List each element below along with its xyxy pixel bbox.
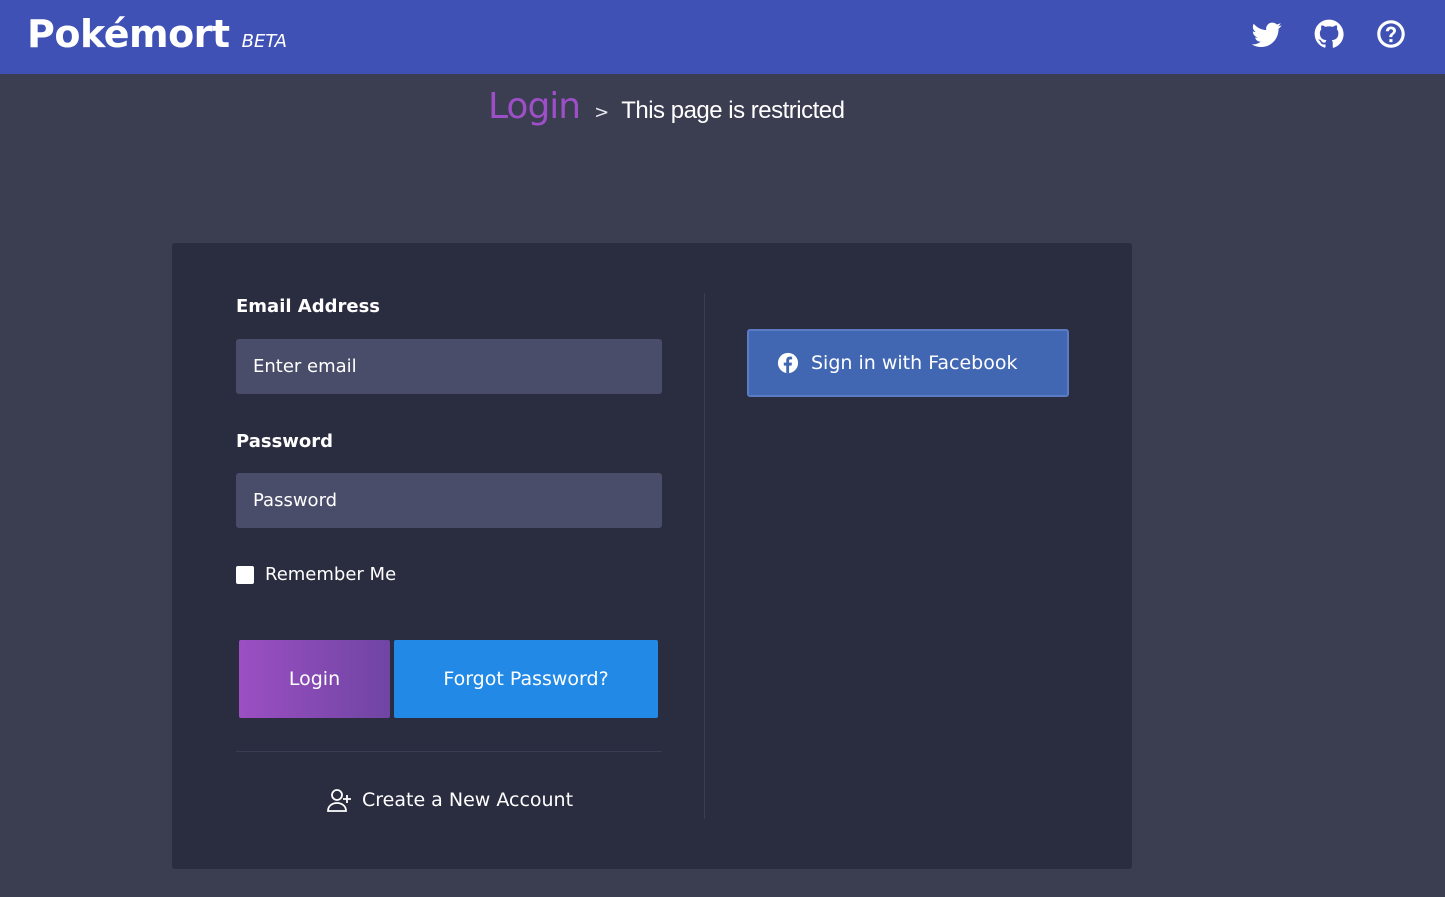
create-account-link[interactable]: Create a New Account xyxy=(326,787,573,813)
github-icon[interactable] xyxy=(1313,17,1345,51)
beta-badge: BETA xyxy=(241,31,287,52)
brand-logo-text: Pokémort xyxy=(27,12,230,56)
facebook-signin-label: Sign in with Facebook xyxy=(811,352,1018,374)
column-divider xyxy=(704,293,705,819)
password-label: Password xyxy=(236,431,334,452)
email-label: Email Address xyxy=(236,296,381,317)
remember-me-label: Remember Me xyxy=(265,564,397,585)
email-field[interactable] xyxy=(236,339,662,394)
forgot-password-button[interactable]: Forgot Password? xyxy=(394,640,658,718)
page-title: Login xyxy=(488,86,581,127)
twitter-icon[interactable] xyxy=(1251,17,1283,51)
remember-me[interactable]: Remember Me xyxy=(236,564,396,585)
create-account-label: Create a New Account xyxy=(362,789,574,811)
page-subtitle: This page is restricted xyxy=(621,97,845,124)
help-icon[interactable] xyxy=(1375,17,1407,51)
form-divider xyxy=(236,751,662,752)
breadcrumb: Login > This page is restricted xyxy=(488,86,845,127)
login-card: Email Address Password Remember Me Login… xyxy=(172,243,1132,869)
facebook-signin-button[interactable]: Sign in with Facebook xyxy=(747,329,1069,397)
facebook-icon xyxy=(777,352,799,374)
password-field[interactable] xyxy=(236,473,662,528)
brand[interactable]: Pokémort BETA xyxy=(27,12,287,56)
add-user-icon xyxy=(327,789,351,812)
top-navbar: Pokémort BETA xyxy=(0,0,1445,74)
remember-me-checkbox[interactable] xyxy=(236,565,254,584)
header-icon-links xyxy=(1251,17,1407,51)
breadcrumb-separator: > xyxy=(594,102,610,123)
login-button[interactable]: Login xyxy=(239,640,390,718)
